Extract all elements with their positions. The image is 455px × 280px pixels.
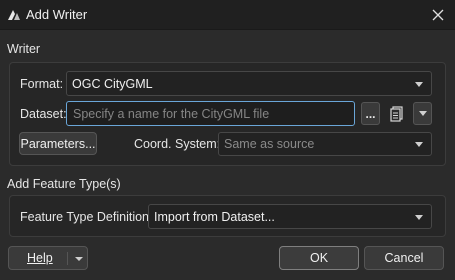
close-button[interactable] [425, 3, 451, 27]
format-label: Format: [20, 77, 64, 91]
document-stack-icon [390, 105, 403, 122]
feature-type-definition-value: Import from Dataset... [154, 209, 275, 224]
feature-types-section-label: Add Feature Type(s) [7, 177, 121, 191]
chevron-down-icon [75, 257, 83, 261]
chevron-down-icon [415, 142, 423, 147]
window-title: Add Writer [26, 7, 88, 22]
help-split-divider [67, 252, 68, 265]
file-options-button[interactable] [387, 102, 407, 125]
feature-type-definition-combo[interactable]: Import from Dataset... [148, 204, 432, 229]
coord-system-combo[interactable]: Same as source [218, 132, 432, 156]
browse-button[interactable]: ... [361, 102, 380, 125]
help-button-label: Help [27, 251, 53, 265]
help-button[interactable]: Help [8, 246, 88, 270]
format-combo[interactable]: OGC CityGML [66, 71, 432, 96]
coord-system-value: Same as source [224, 137, 315, 151]
chevron-down-icon [415, 214, 423, 220]
chevron-down-icon [418, 111, 427, 116]
dataset-dropdown-button[interactable] [413, 102, 432, 125]
chevron-down-icon [415, 81, 423, 87]
parameters-button[interactable]: Parameters... [19, 132, 97, 155]
coord-system-label: Coord. System: [134, 137, 221, 151]
ok-button[interactable]: OK [279, 246, 359, 270]
format-value: OGC CityGML [72, 76, 153, 91]
writer-section-label: Writer [7, 42, 41, 56]
close-icon [432, 9, 444, 21]
cancel-button[interactable]: Cancel [364, 246, 444, 270]
dataset-input[interactable] [66, 101, 355, 126]
fme-app-icon [6, 7, 22, 23]
dataset-label: Dataset: [20, 107, 67, 121]
feature-type-definition-label: Feature Type Definition: [20, 210, 153, 224]
